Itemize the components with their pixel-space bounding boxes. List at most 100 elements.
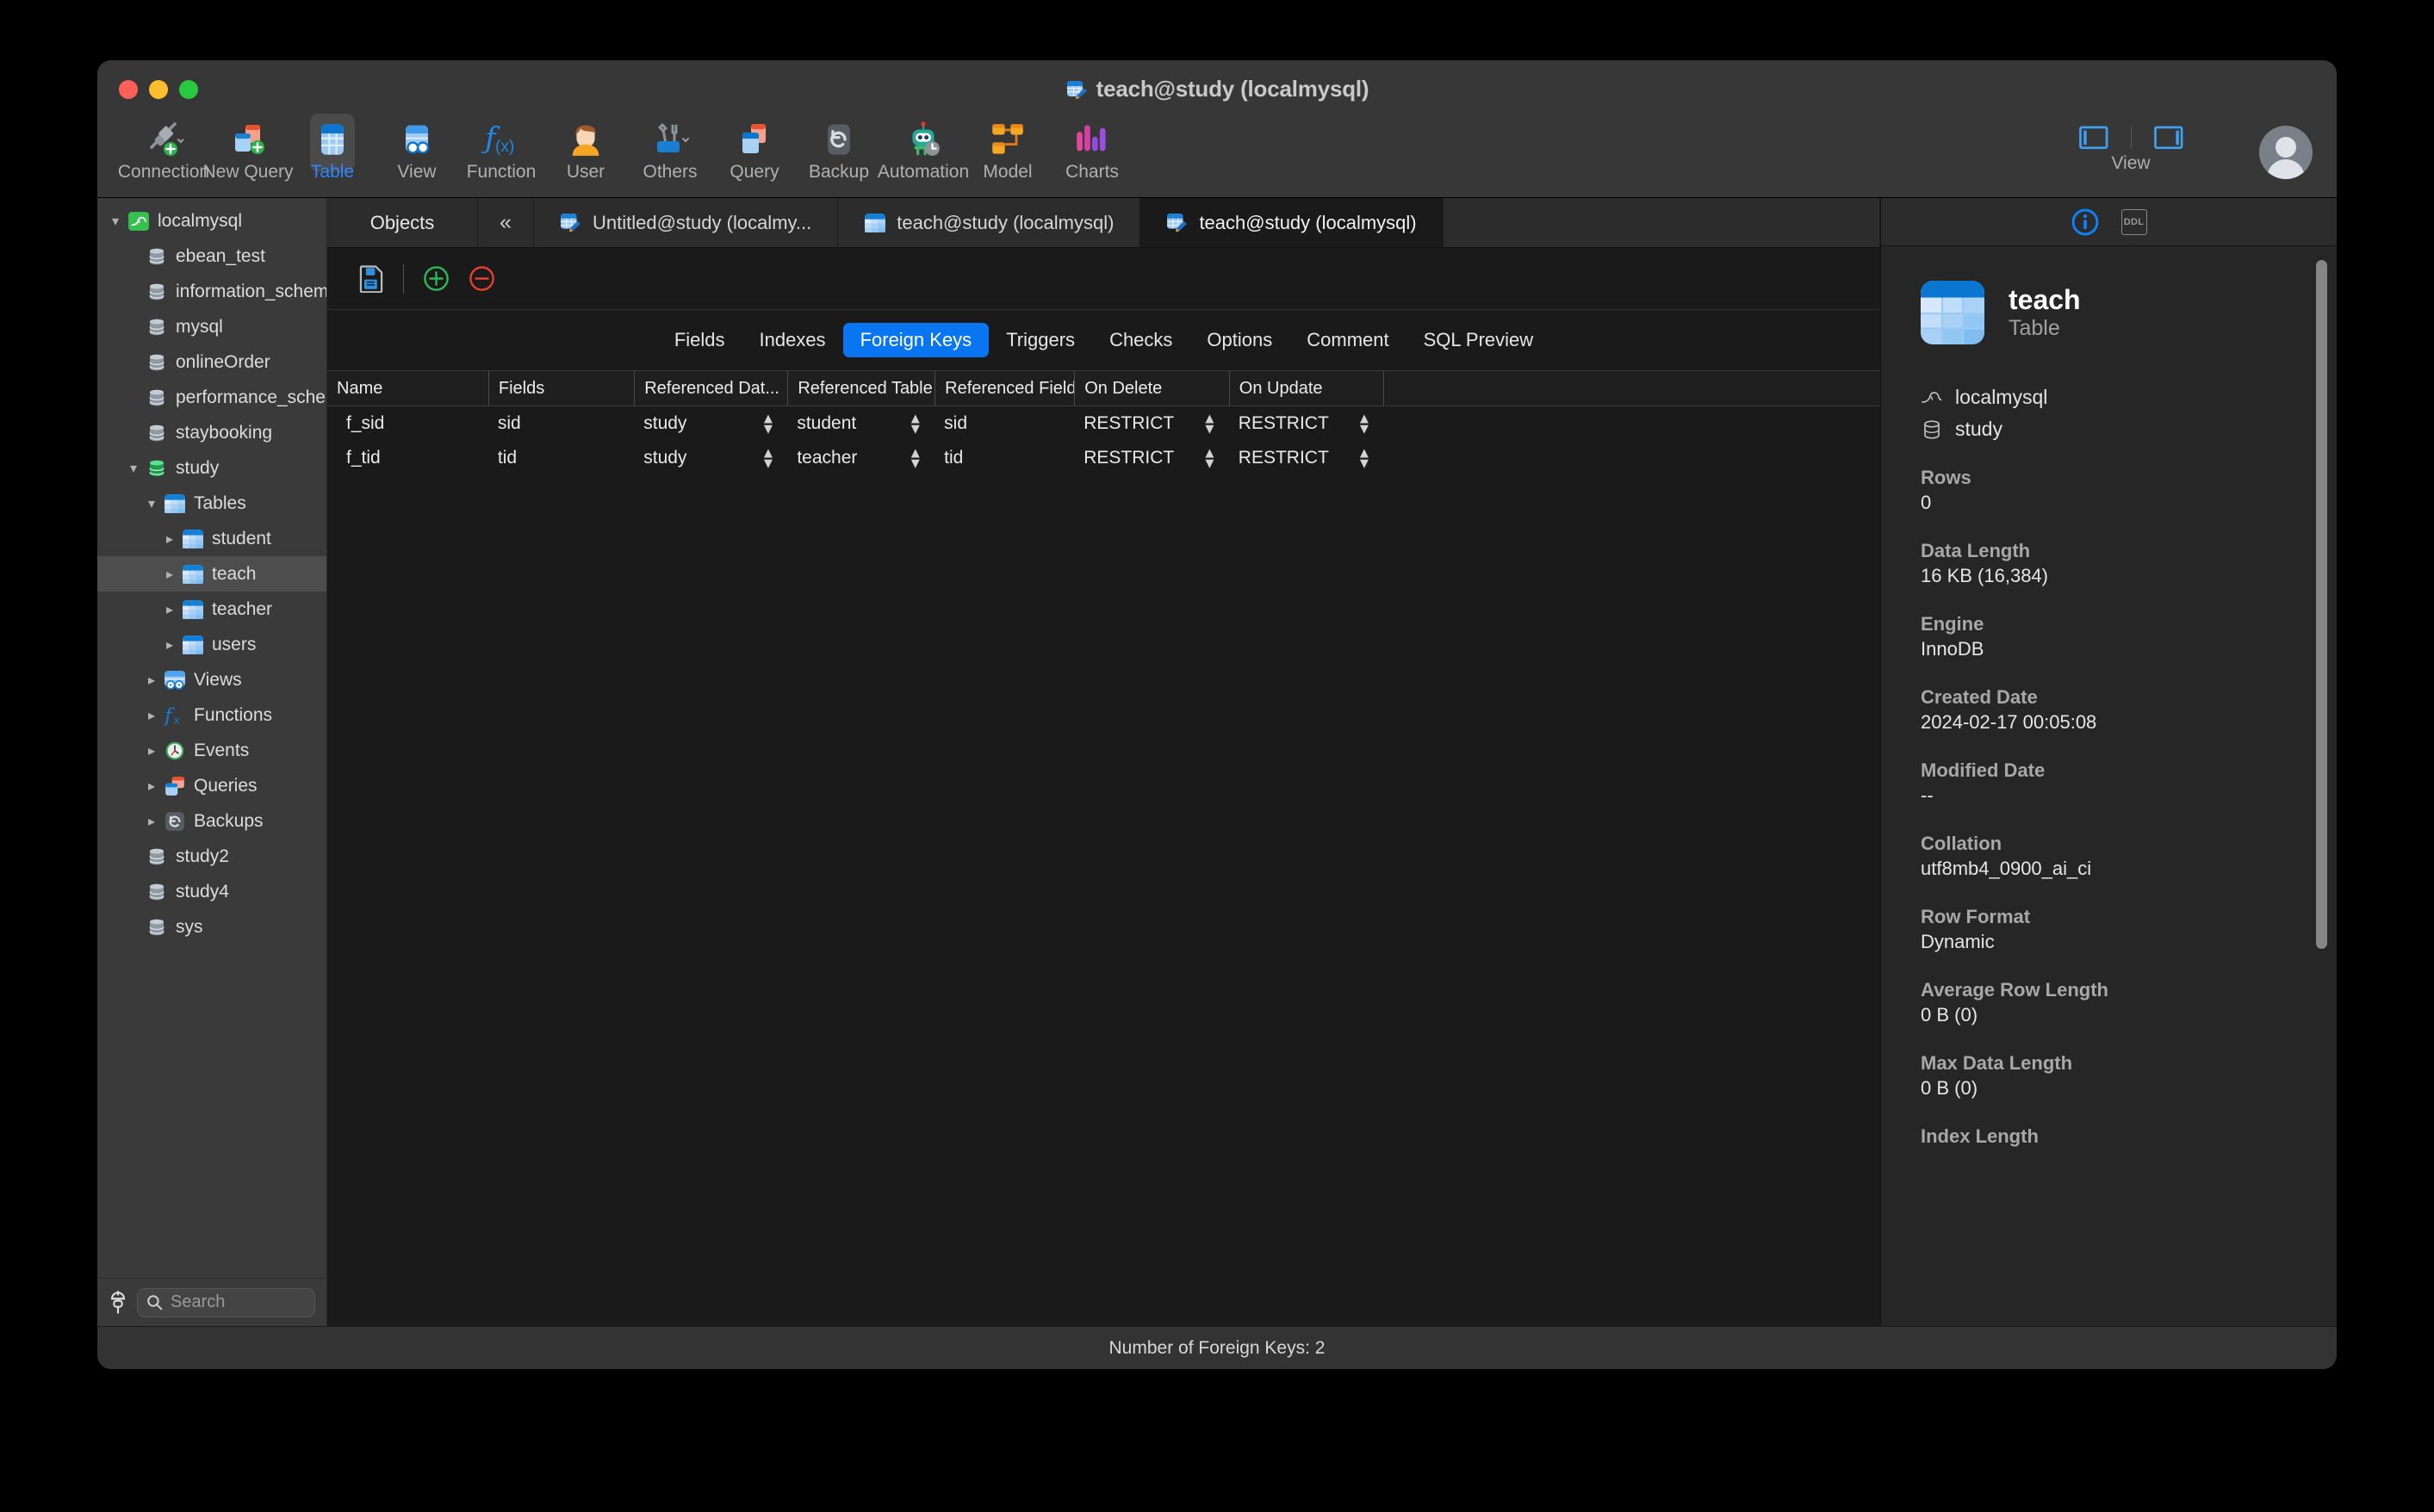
ddl-icon[interactable]: DDL	[2120, 208, 2147, 235]
chevron-down-icon[interactable]: ▾	[122, 460, 145, 477]
grid-column-header[interactable]: Referenced Dat...	[634, 371, 787, 406]
tree-item-information-schema[interactable]: ▸ information_schema	[97, 274, 326, 309]
chevron-right-icon[interactable]: ▸	[140, 672, 163, 689]
toolbar-item-others[interactable]: Others	[628, 119, 712, 183]
chevron-right-icon[interactable]: ▸	[140, 742, 163, 759]
toolbar-item-automation[interactable]: Automation	[878, 119, 969, 183]
grid-cell-referenced-fields[interactable]: tid	[934, 448, 1074, 468]
grid-cell-on-delete[interactable]: RESTRICT ▲ ▼	[1074, 413, 1229, 434]
grid-cell-referenced-table[interactable]: teacher ▲ ▼	[787, 448, 934, 468]
object-tree[interactable]: ▾ localmysql ▸ ebean_test ▸ information_…	[97, 198, 326, 1278]
table-row[interactable]: f_tid tid study ▲ ▼ teacher ▲ ▼ tid RESTRI…	[327, 441, 1880, 475]
tree-item-teach[interactable]: ▸ teach	[97, 556, 326, 592]
tree-item-functions[interactable]: ▸ ƒ x Functions	[97, 697, 326, 733]
toolbar-item-table[interactable]: Table	[290, 114, 375, 183]
grid-cell-on-delete[interactable]: RESTRICT ▲ ▼	[1074, 448, 1229, 468]
document-tab[interactable]: Untitled@study (localmy...	[534, 198, 839, 247]
grid-column-header[interactable]: On Delete	[1074, 371, 1229, 406]
grid-cell-referenced-table[interactable]: student ▲ ▼	[787, 413, 934, 434]
tree-item-users[interactable]: ▸ users	[97, 627, 326, 662]
tree-item-ebean-test[interactable]: ▸ ebean_test	[97, 239, 326, 274]
grid-cell-fields[interactable]: sid	[488, 413, 634, 434]
tree-item-study4[interactable]: ▸ study4	[97, 874, 326, 909]
save-icon[interactable]	[358, 264, 384, 293]
tree-item-events[interactable]: ▸ Events	[97, 733, 326, 768]
tree-item-views[interactable]: ▸ Views	[97, 662, 326, 697]
tree-item-study[interactable]: ▾ study	[97, 450, 326, 486]
grid-rows[interactable]: f_sid sid study ▲ ▼ student ▲ ▼ sid RESTRI…	[327, 406, 1880, 475]
table-editor-tabs[interactable]: Fields Indexes Foreign Keys Triggers Che…	[327, 310, 1880, 370]
grid-cell-on-update[interactable]: RESTRICT ▲ ▼	[1229, 448, 1384, 468]
connection-plug-icon[interactable]	[109, 1290, 127, 1315]
toggle-left-sidebar-icon[interactable]	[2078, 126, 2108, 150]
table-tab-triggers[interactable]: Triggers	[989, 323, 1092, 357]
document-tab[interactable]: teach@study (localmysql)	[1140, 198, 1444, 247]
tree-item-study2[interactable]: ▸ study2	[97, 839, 326, 874]
chevron-right-icon[interactable]: ▸	[140, 707, 163, 724]
stepper-icon[interactable]: ▲ ▼	[1357, 413, 1372, 434]
add-circle-icon[interactable]	[423, 265, 450, 292]
table-tab-foreign-keys[interactable]: Foreign Keys	[842, 323, 990, 357]
chevron-right-icon[interactable]: ▸	[158, 566, 181, 583]
toolbar-item-view[interactable]: View	[375, 119, 459, 183]
chevron-down-icon[interactable]: ▾	[104, 213, 127, 230]
grid-cell-referenced-database[interactable]: study ▲ ▼	[634, 413, 787, 434]
info-circle-icon[interactable]	[2071, 208, 2099, 236]
grid-cell-referenced-fields[interactable]: sid	[934, 413, 1074, 434]
tree-item-sys[interactable]: ▸ sys	[97, 909, 326, 945]
avatar[interactable]	[2259, 126, 2313, 179]
tree-item-staybooking[interactable]: ▸ staybooking	[97, 415, 326, 450]
grid-cell-fields[interactable]: tid	[488, 448, 634, 468]
toolbar-item-charts[interactable]: Charts	[1050, 119, 1134, 183]
chevron-down-icon[interactable]: ▾	[140, 495, 163, 512]
grid-column-header[interactable]: Fields	[487, 371, 634, 406]
tree-item-mysql[interactable]: ▸ mysql	[97, 309, 326, 344]
stepper-icon[interactable]: ▲ ▼	[908, 448, 922, 468]
tree-item-tables[interactable]: ▾ Tables	[97, 486, 326, 521]
tree-item-queries[interactable]: ▸ Queries	[97, 768, 326, 803]
grid-cell-on-update[interactable]: RESTRICT ▲ ▼	[1229, 413, 1384, 434]
tree-item-localmysql[interactable]: ▾ localmysql	[97, 203, 326, 239]
toolbar-item-model[interactable]: Model	[966, 119, 1050, 183]
grid-cell-name[interactable]: f_sid	[327, 413, 488, 434]
grid-column-header[interactable]: On Update	[1228, 371, 1384, 406]
document-tab[interactable]: teach@study (localmysql)	[838, 198, 1141, 247]
stepper-icon[interactable]: ▲ ▼	[908, 413, 922, 434]
table-row[interactable]: f_sid sid study ▲ ▼ student ▲ ▼ sid RESTRI…	[327, 406, 1880, 441]
tree-item-backups[interactable]: ▸ Backups	[97, 803, 326, 839]
tree-item-performance-schema[interactable]: ▸ performance_schema	[97, 380, 326, 415]
grid-column-header[interactable]: Referenced Fields	[934, 371, 1074, 406]
toolbar-item-user[interactable]: User	[543, 119, 628, 183]
toggle-right-sidebar-icon[interactable]	[2153, 126, 2183, 150]
grid-cell-name[interactable]: f_tid	[327, 448, 488, 468]
toolbar-item-new-query[interactable]: New Query	[202, 119, 294, 183]
grid-column-header[interactable]: Referenced Table	[787, 371, 934, 406]
chevron-right-icon[interactable]: ▸	[158, 530, 181, 548]
tree-item-student[interactable]: ▸ student	[97, 521, 326, 556]
chevron-right-icon[interactable]: ▸	[158, 601, 181, 618]
chevron-right-icon[interactable]: ▸	[158, 636, 181, 654]
toolbar-item-query[interactable]: Query	[712, 119, 797, 183]
collapse-panel-button[interactable]: «	[478, 198, 534, 247]
grid-cell-referenced-database[interactable]: study ▲ ▼	[634, 448, 787, 468]
info-panel-scrollbar[interactable]	[2316, 260, 2327, 949]
table-tab-checks[interactable]: Checks	[1092, 323, 1189, 357]
table-tab-indexes[interactable]: Indexes	[742, 323, 843, 357]
toolbar-item-backup[interactable]: Backup	[797, 119, 881, 183]
chevron-right-icon[interactable]: ▸	[140, 813, 163, 830]
grid-column-header[interactable]: Name	[327, 371, 488, 406]
table-tab-fields[interactable]: Fields	[657, 323, 742, 357]
tree-item-onlineorder[interactable]: ▸ onlineOrder	[97, 344, 326, 380]
tree-item-teacher[interactable]: ▸ teacher	[97, 592, 326, 627]
objects-button[interactable]: Objects	[327, 198, 478, 247]
stepper-icon[interactable]: ▲ ▼	[761, 413, 776, 434]
toolbar-item-connection[interactable]: Connection	[118, 119, 209, 183]
remove-circle-icon[interactable]	[469, 265, 495, 292]
table-tab-comment[interactable]: Comment	[1289, 323, 1406, 357]
table-tab-options[interactable]: Options	[1189, 323, 1289, 357]
stepper-icon[interactable]: ▲ ▼	[1357, 448, 1372, 468]
stepper-icon[interactable]: ▲ ▼	[761, 448, 776, 468]
search-input[interactable]: Search	[137, 1287, 315, 1317]
stepper-icon[interactable]: ▲ ▼	[1202, 413, 1217, 434]
toolbar-item-function[interactable]: ƒ (x) Function	[459, 119, 543, 183]
